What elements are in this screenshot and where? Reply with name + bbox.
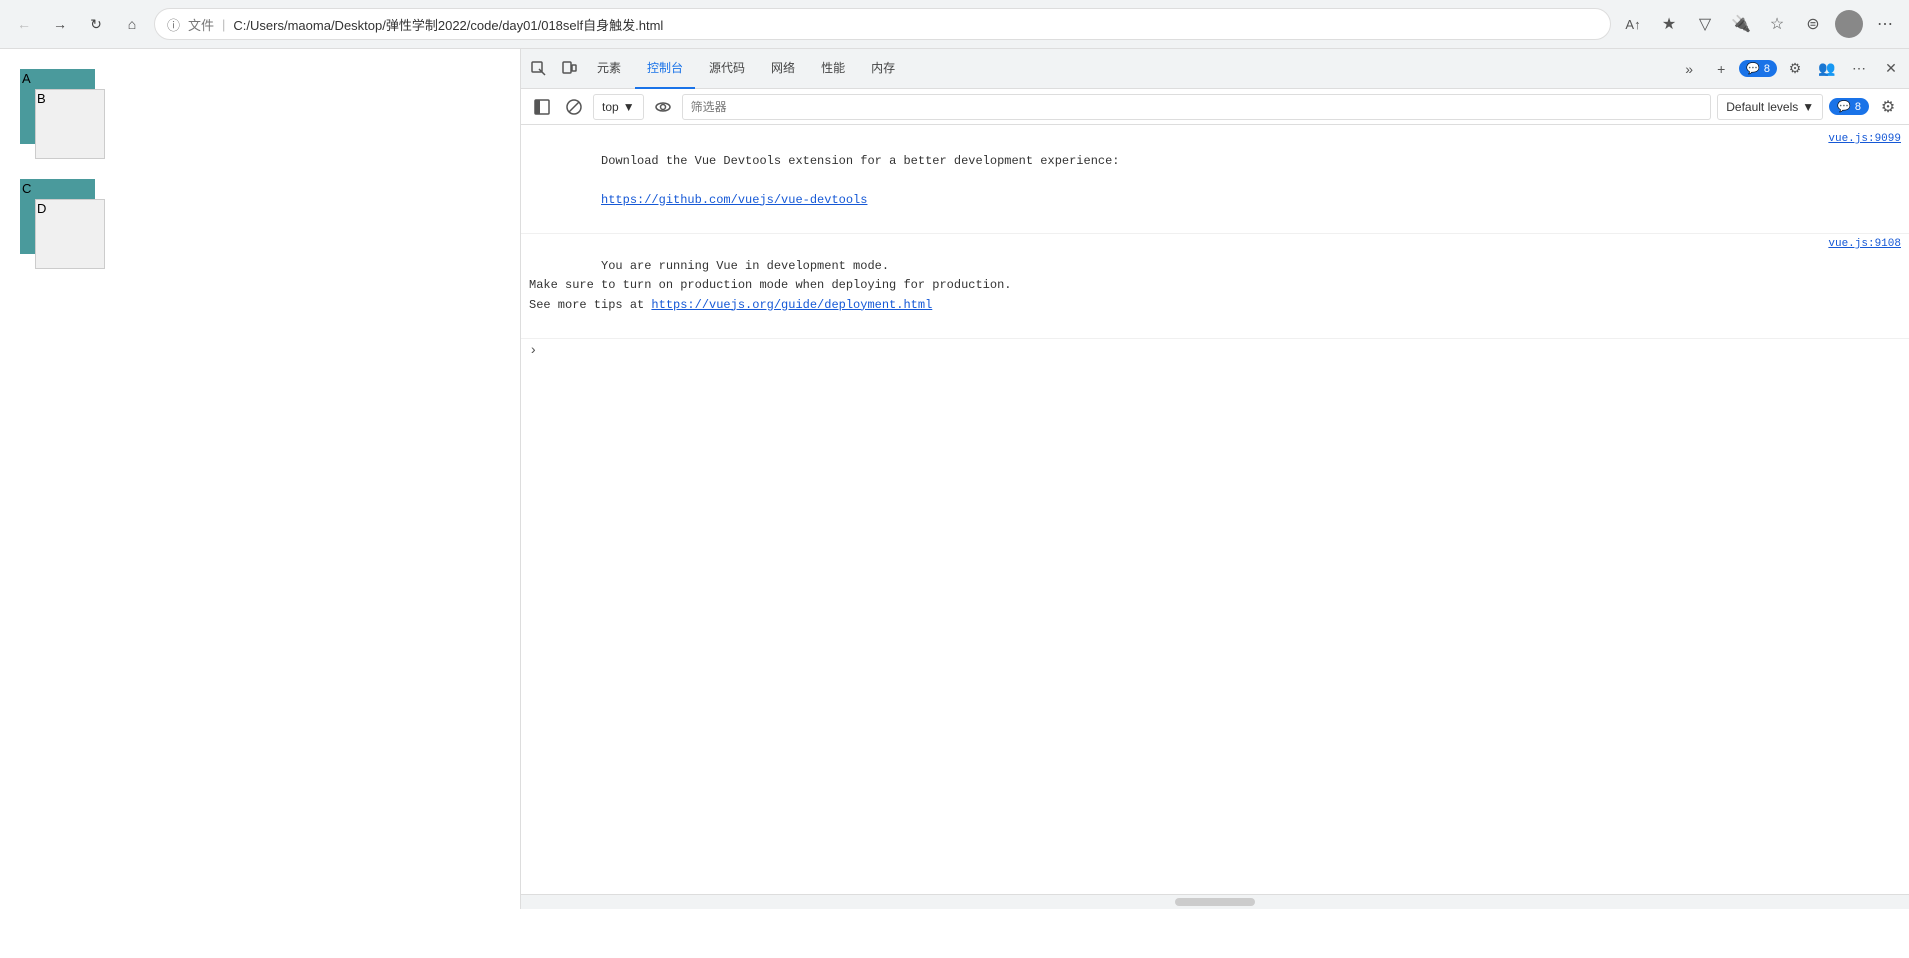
home-button[interactable]: ⌂ — [118, 10, 146, 38]
label-d: D — [37, 201, 46, 216]
devtools-tabs: 元素 控制台 源代码 网络 性能 内存 » + — [521, 49, 1909, 89]
file-label: 文件 — [188, 15, 214, 34]
main-area: A B C D — [0, 49, 1909, 909]
add-tab-button[interactable]: + — [1707, 55, 1735, 83]
read-mode-button[interactable]: A↑ — [1619, 10, 1647, 38]
label-b: B — [37, 91, 46, 106]
sync-button[interactable]: ⊜ — [1799, 10, 1827, 38]
tab-elements[interactable]: 元素 — [585, 49, 633, 89]
msg-count: 8 — [1764, 63, 1770, 75]
console-msg-2-text: You are running Vue in development mode.… — [529, 238, 1820, 334]
inspect-element-button[interactable] — [525, 55, 553, 83]
prompt-chevron-icon[interactable]: › — [529, 343, 537, 359]
favorites-button[interactable]: ★ — [1655, 10, 1683, 38]
deployment-link[interactable]: https://vuejs.org/guide/deployment.html — [651, 298, 932, 312]
profile-button[interactable] — [1835, 10, 1863, 38]
console-eye-button[interactable] — [650, 94, 676, 120]
console-msg-1-source[interactable]: vue.js:9099 — [1828, 133, 1901, 145]
address-separator: | — [222, 17, 225, 32]
vue-devtools-link[interactable]: https://github.com/vuejs/vue-devtools — [601, 193, 867, 207]
devtools-settings-button[interactable]: ⚙ — [1781, 55, 1809, 83]
console-settings-button[interactable]: ⚙ — [1875, 94, 1901, 120]
info-icon: ⓘ — [167, 15, 180, 34]
tab-sources[interactable]: 源代码 — [697, 49, 757, 89]
tab-performance[interactable]: 性能 — [809, 49, 857, 89]
extensions-button[interactable]: 🔌 — [1727, 10, 1755, 38]
page-content: A B C D — [0, 49, 520, 909]
devtools-customize-button[interactable]: 👥 — [1813, 55, 1841, 83]
settings-more-button[interactable]: ⋯ — [1871, 10, 1899, 38]
default-levels-label: Default levels — [1726, 100, 1798, 114]
console-clear-button[interactable] — [561, 94, 587, 120]
cd-box: C D — [20, 179, 130, 269]
browser-toolbar: ← → ↻ ⌂ ⓘ 文件 | C:/Users/maoma/Desktop/弹性… — [0, 0, 1909, 48]
top-label: top — [602, 100, 619, 114]
msg-icon: 💬 — [1746, 62, 1760, 75]
ab-box: A B — [20, 69, 130, 159]
console-msg-1-text: Download the Vue Devtools extension for … — [529, 133, 1820, 229]
console-msg-2-source[interactable]: vue.js:9108 — [1828, 238, 1901, 250]
devtools-msg-badge[interactable]: 💬 8 — [1739, 60, 1777, 77]
collections-button[interactable]: ▽ — [1691, 10, 1719, 38]
devtools-panel: 元素 控制台 源代码 网络 性能 内存 » + — [520, 49, 1909, 909]
console-msg-badge[interactable]: 💬 8 — [1829, 98, 1869, 115]
default-levels-selector[interactable]: Default levels ▼ — [1717, 94, 1823, 120]
devtools-close-button[interactable]: ✕ — [1877, 55, 1905, 83]
tab-memory[interactable]: 内存 — [859, 49, 907, 89]
address-bar[interactable]: ⓘ 文件 | C:/Users/maoma/Desktop/弹性学制2022/c… — [154, 8, 1611, 40]
devtools-tabs-right: » + 💬 8 ⚙ 👥 ⋯ ✕ — [1675, 55, 1905, 83]
chevron-down-icon: ▼ — [623, 100, 635, 114]
console-msg-icon: 💬 — [1837, 100, 1851, 113]
console-msg-1: Download the Vue Devtools extension for … — [521, 129, 1909, 234]
chevron-down-icon-levels: ▼ — [1802, 100, 1814, 114]
address-text: C:/Users/maoma/Desktop/弹性学制2022/code/day… — [233, 15, 1598, 34]
top-selector[interactable]: top ▼ — [593, 94, 644, 120]
label-a: A — [22, 71, 31, 86]
horizontal-scrollbar[interactable] — [1175, 898, 1255, 906]
devtools-more-button[interactable]: ⋯ — [1845, 55, 1873, 83]
console-sidebar-button[interactable] — [529, 94, 555, 120]
forward-button[interactable]: → — [46, 10, 74, 38]
tab-network[interactable]: 网络 — [759, 49, 807, 89]
back-button[interactable]: ← — [10, 10, 38, 38]
browser-chrome: ← → ↻ ⌂ ⓘ 文件 | C:/Users/maoma/Desktop/弹性… — [0, 0, 1909, 49]
console-filter-input[interactable] — [682, 94, 1712, 120]
toolbar-right: A↑ ★ ▽ 🔌 ☆ ⊜ ⋯ — [1619, 10, 1899, 38]
bottom-bar — [521, 894, 1909, 909]
favorites-bar-button[interactable]: ☆ — [1763, 10, 1791, 38]
console-toolbar: top ▼ Default levels ▼ 💬 8 ⚙ — [521, 89, 1909, 125]
console-prompt: › — [521, 339, 1909, 363]
console-msg-2: You are running Vue in development mode.… — [521, 234, 1909, 339]
more-tabs-button[interactable]: » — [1675, 55, 1703, 83]
console-msg-count: 8 — [1855, 101, 1861, 113]
console-messages: Download the Vue Devtools extension for … — [521, 125, 1909, 894]
reload-button[interactable]: ↻ — [82, 10, 110, 38]
device-toolbar-button[interactable] — [555, 55, 583, 83]
label-c: C — [22, 181, 31, 196]
tab-console[interactable]: 控制台 — [635, 49, 695, 89]
